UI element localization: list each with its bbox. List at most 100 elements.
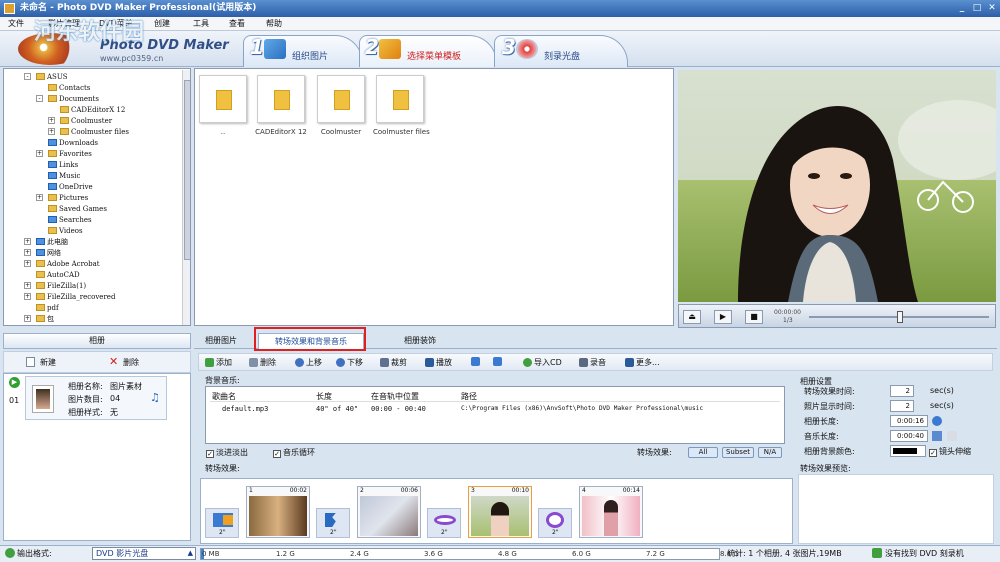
tree-node[interactable]: + 此电脑 [24, 237, 68, 247]
tree-node[interactable]: + FileZilla(1) [24, 281, 86, 291]
folder-tree[interactable]: - ASUS Contacts - Documents CADEditorX 12 + Coo… [3, 68, 191, 326]
album-card[interactable]: 相册名称: 图片素材 图片数目: 04 相册样式: 无 ♫ [25, 376, 167, 420]
tab-album-photos[interactable]: 相册图片 [196, 333, 246, 349]
menu-help[interactable]: 帮助 [266, 18, 282, 30]
tree-node[interactable]: Searches [48, 215, 92, 225]
maximize-icon[interactable]: □ [970, 2, 984, 14]
more-button[interactable]: 更多... [625, 357, 660, 368]
left-arrows-button[interactable] [471, 357, 482, 366]
fx-subset-button[interactable]: Subset [722, 447, 754, 458]
tree-node[interactable]: + Coolmuster files [48, 127, 129, 137]
tree-node[interactable]: Saved Games [48, 204, 107, 214]
transition-time-input[interactable]: 2 [890, 385, 914, 397]
music-table[interactable]: 歌曲名 长度 在音轨中位置 路径 default.mp3 40" of 40" … [205, 386, 785, 444]
refresh-icon[interactable] [932, 416, 942, 426]
tree-expander-icon[interactable]: + [24, 238, 31, 245]
import-cd-button[interactable]: 导入CD [523, 357, 562, 368]
transition-tile-4[interactable]: 2" [538, 508, 572, 538]
music-edit-icon[interactable] [947, 431, 957, 441]
step3-burn[interactable]: 3 刻录光盘 [502, 35, 622, 65]
close-icon[interactable]: ✕ [985, 2, 999, 14]
move-up-button[interactable]: 上移 [295, 357, 322, 368]
tree-node[interactable]: CADEditorX 12 [60, 105, 125, 115]
tree-expander-icon[interactable]: + [24, 260, 31, 267]
scroll-thumb[interactable] [184, 80, 190, 260]
new-album-button[interactable]: 新建 [40, 357, 56, 368]
tree-node[interactable]: Downloads [48, 138, 98, 148]
tree-node[interactable]: - ASUS [24, 72, 68, 82]
record-button[interactable]: 录音 [579, 357, 606, 368]
song-name[interactable]: default.mp3 [222, 405, 268, 413]
tree-node[interactable]: + Favorites [36, 149, 92, 159]
transition-tile-2[interactable]: 2" [316, 508, 350, 538]
menu-file[interactable]: 文件 [8, 18, 24, 30]
tree-node[interactable]: + FileZilla_recovered [24, 292, 115, 302]
tree-expander-icon[interactable]: - [36, 95, 43, 102]
bg-color-picker[interactable] [890, 445, 926, 457]
photo-slide-4[interactable]: 4 00:14 [579, 486, 643, 538]
file-item-coolmuster[interactable]: Coolmuster [314, 75, 368, 136]
tree-node[interactable]: + 包 [24, 314, 54, 324]
seek-handle[interactable] [897, 311, 903, 323]
tree-expander-icon[interactable]: + [24, 282, 31, 289]
fx-all-button[interactable]: All [688, 447, 718, 458]
tree-node[interactable]: + Adobe Acrobat [24, 259, 100, 269]
album-tab[interactable]: 相册 [3, 333, 191, 349]
tree-node[interactable]: - Documents [36, 94, 99, 104]
tree-node[interactable]: Videos [48, 226, 83, 236]
right-arrows-button[interactable] [493, 357, 504, 366]
photo-slide-2[interactable]: 2 00:06 [357, 486, 421, 538]
album-toolbar: 新建 ✕ 删除 [3, 351, 191, 373]
tree-expander-icon[interactable]: + [48, 117, 55, 124]
play-icon[interactable]: ▶ [714, 310, 732, 324]
fade-checkbox[interactable]: ✓ 淡进淡出 [206, 447, 248, 458]
delete-album-button[interactable]: 删除 [123, 357, 139, 368]
zoom-checkbox[interactable]: ✓ 镜头伸缩 [929, 446, 971, 457]
step2-menu-template[interactable]: 2 选择菜单模板 [365, 35, 495, 65]
tree-expander-icon[interactable]: + [24, 293, 31, 300]
tree-node[interactable]: pdf [36, 303, 59, 313]
player-stop-icon[interactable]: ⏏ [683, 310, 701, 324]
fx-na-button[interactable]: N/A [758, 447, 782, 458]
transition-tile-3[interactable]: 2" [427, 508, 461, 538]
add-button[interactable]: 添加 [205, 357, 232, 368]
output-format-select[interactable]: DVD 影片光盘 ▲ [92, 547, 196, 560]
transition-tile-1[interactable]: 2" [205, 508, 239, 538]
file-item-cadeditor[interactable]: CADEditorX 12 [254, 75, 308, 136]
tab-album-decoration[interactable]: 相册装饰 [395, 333, 445, 349]
tree-node[interactable]: AutoCAD [36, 270, 80, 280]
tree-expander-icon[interactable]: + [36, 150, 43, 157]
minimize-icon[interactable]: _ [955, 2, 969, 14]
play-button[interactable]: 播放 [425, 357, 452, 368]
music-sync-icon[interactable] [932, 431, 942, 441]
tree-node[interactable]: + Coolmuster [48, 116, 112, 126]
file-item-coolmuster-files[interactable]: Coolmuster files [373, 75, 430, 136]
move-down-button[interactable]: 下移 [336, 357, 363, 368]
tree-node[interactable]: + Pictures [36, 193, 88, 203]
play-album-icon[interactable]: ▶ [9, 377, 20, 388]
stop-icon[interactable]: ■ [745, 310, 763, 324]
tree-node[interactable]: + 网络 [24, 248, 61, 258]
file-item-up[interactable]: .. [196, 75, 250, 136]
tree-node[interactable]: Music [48, 171, 80, 181]
tree-node[interactable]: Contacts [48, 83, 90, 93]
tree-node[interactable]: OneDrive [48, 182, 93, 192]
tree-expander-icon[interactable]: + [48, 128, 55, 135]
tree-expander-icon[interactable]: + [24, 315, 31, 322]
tree-expander-icon[interactable]: - [24, 73, 31, 80]
photo-slide-3[interactable]: 3 00:10 [468, 486, 532, 538]
photo-time-input[interactable]: 2 [890, 400, 914, 412]
trim-button[interactable]: 裁剪 [380, 357, 407, 368]
loop-checkbox[interactable]: ✓ 音乐循环 [273, 447, 315, 458]
step1-organize[interactable]: 1 组织图片 [250, 35, 360, 65]
menu-view[interactable]: 查看 [229, 18, 245, 30]
tree-scrollbar[interactable] [182, 70, 190, 325]
file-pane[interactable]: .. CADEditorX 12 Coolmuster Coolmuster f… [194, 68, 674, 326]
photo-slide-1[interactable]: 1 00:02 [246, 486, 310, 538]
delete-button[interactable]: 删除 [249, 357, 276, 368]
menu-create[interactable]: 创建 [154, 18, 170, 30]
tree-node[interactable]: Links [48, 160, 78, 170]
tree-expander-icon[interactable]: + [36, 194, 43, 201]
menu-tools[interactable]: 工具 [193, 18, 209, 30]
tree-expander-icon[interactable]: + [24, 249, 31, 256]
